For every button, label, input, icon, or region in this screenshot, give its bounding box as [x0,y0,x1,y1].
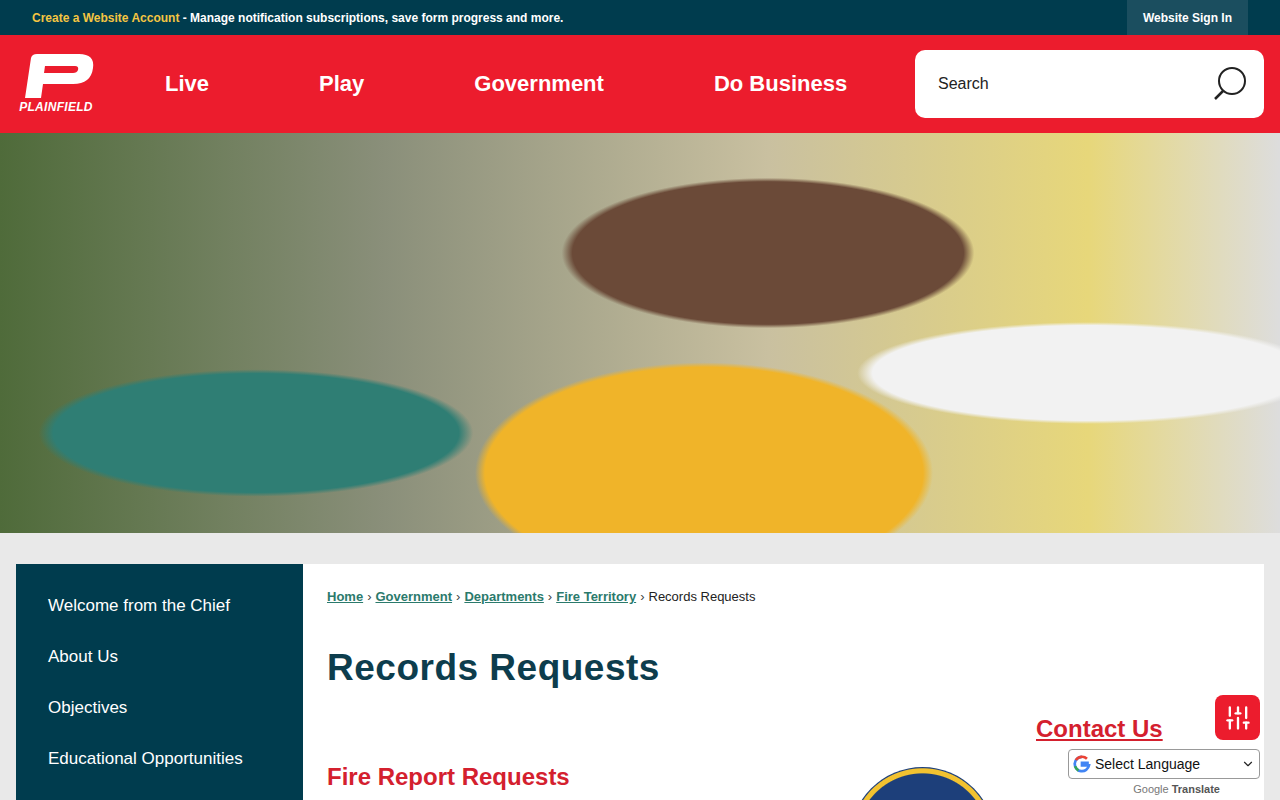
breadcrumb-item[interactable]: Government [375,588,452,606]
search-box [915,50,1264,118]
logo-mark-icon [17,54,95,98]
sidebar-item[interactable]: Objectives [16,682,303,733]
breadcrumb-item[interactable]: Home [327,588,363,606]
columns: Fire Report Requests Contact Us [327,690,1264,800]
powered-by-google: Google [1133,783,1168,795]
powered-by-translate: Translate [1172,783,1220,795]
sidebar-item[interactable]: Educational Opportunities [16,733,303,784]
nav-item[interactable]: Government [474,71,604,97]
sliders-icon [1224,704,1252,732]
main-nav: Live Play Government Do Business [165,71,847,97]
google-icon [1073,755,1091,773]
language-select-text: Select Language [1095,756,1237,772]
language-select[interactable]: Select Language [1068,749,1260,779]
powered-by: Google Translate [1133,783,1260,795]
breadcrumb-item: Records Requests [649,588,756,606]
contact-us-link[interactable]: Contact Us [1036,715,1163,743]
nav-item[interactable]: Play [319,71,364,97]
logo-text: PLAINFIELD [19,100,93,114]
breadcrumb-separator: › [640,588,644,606]
sidebar: Welcome from the ChiefAbout UsObjectives… [16,564,303,800]
breadcrumb-separator: › [367,588,371,606]
top-bar-message: - Manage notification subscriptions, sav… [179,11,563,25]
create-account-link[interactable]: Create a Website Account [32,11,179,25]
article: Fire Report Requests [327,763,995,800]
page-title: Records Requests [327,646,1264,690]
breadcrumb-item[interactable]: Departments [464,588,543,606]
hero-photo [0,133,1280,533]
top-bar: Create a Website Account - Manage notifi… [0,0,1280,35]
nav-bar: PLAINFIELD Live Play Government Do Business [0,35,1280,133]
accessibility-button[interactable] [1215,695,1260,740]
translate-widget: Select Language Google Translate [1068,749,1260,795]
page: Create a Website Account - Manage notifi… [0,0,1280,800]
sidebar-item[interactable]: About Us [16,631,303,682]
chevron-down-icon [1241,757,1255,771]
logo[interactable]: PLAINFIELD [16,54,96,114]
sign-in-button[interactable]: Website Sign In [1127,0,1248,35]
search-icon[interactable] [1212,66,1248,102]
breadcrumb-separator: › [548,588,552,606]
search-input[interactable] [936,74,1212,94]
nav-item[interactable]: Live [165,71,209,97]
sidebar-item[interactable]: Welcome from the Chief [16,580,303,631]
fire-badge-image [850,767,995,800]
nav-item[interactable]: Do Business [714,71,847,97]
article-heading: Fire Report Requests [327,763,570,791]
breadcrumb: Home›Government›Departments›Fire Territo… [327,588,1264,606]
breadcrumb-item[interactable]: Fire Territory [556,588,636,606]
breadcrumb-separator: › [456,588,460,606]
